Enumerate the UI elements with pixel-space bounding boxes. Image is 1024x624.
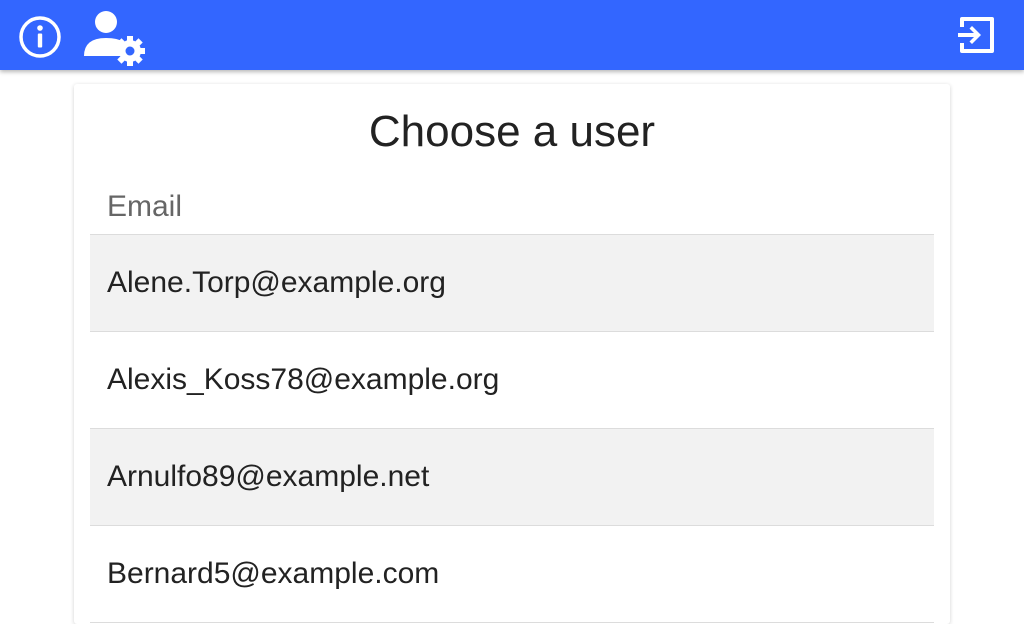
app-bar [0, 0, 1024, 70]
user-row[interactable]: Alene.Torp@example.org [90, 235, 934, 332]
info-icon [19, 16, 61, 58]
user-email: Arnulfo89@example.net [107, 460, 430, 493]
logout-icon [958, 17, 994, 53]
user-email: Bernard5@example.com [107, 557, 440, 590]
info-button[interactable] [16, 13, 64, 61]
user-email: Alene.Torp@example.org [107, 266, 446, 299]
user-settings-icon [84, 11, 145, 66]
user-picker-card: Choose a user Email Alene.Torp@example.o… [74, 84, 950, 624]
user-email: Alexis_Koss78@example.org [107, 363, 500, 396]
user-row[interactable]: Arnulfo89@example.net [90, 429, 934, 526]
email-column-header: Email [107, 190, 183, 223]
user-list: Alene.Torp@example.org Alexis_Koss78@exa… [90, 234, 934, 623]
logout-button[interactable] [952, 11, 1000, 59]
manage-users-button[interactable] [80, 8, 150, 66]
user-row[interactable]: Bernard5@example.com [90, 526, 934, 623]
page-title: Choose a user [368, 107, 656, 156]
user-row[interactable]: Alexis_Koss78@example.org [90, 332, 934, 429]
